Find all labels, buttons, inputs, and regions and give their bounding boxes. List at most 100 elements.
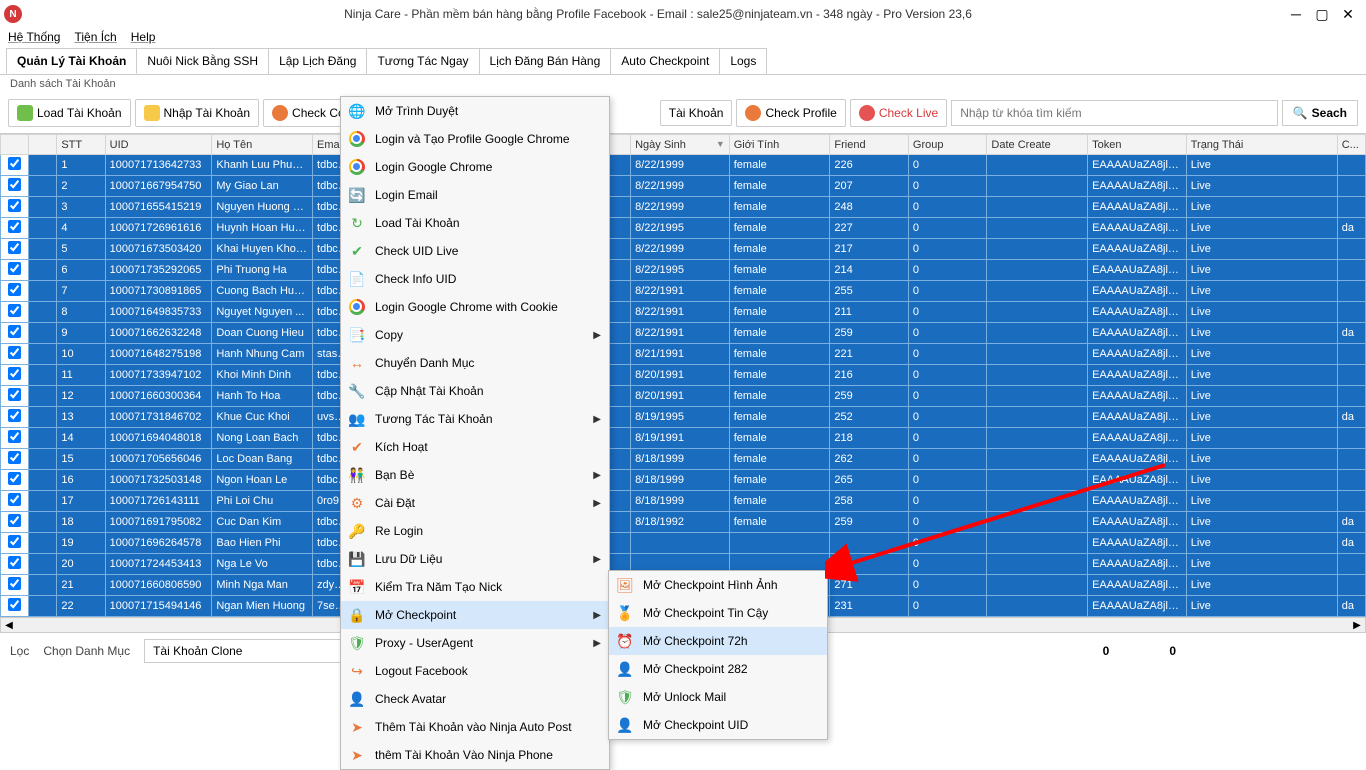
table-row[interactable]: 6 100071735292065 Phi Truong Ha tdbcos..… <box>1 260 1366 281</box>
row-checkbox[interactable] <box>1 239 29 260</box>
row-checkbox[interactable] <box>1 449 29 470</box>
tab-interact-now[interactable]: Tương Tác Ngay <box>366 48 479 74</box>
row-checkbox[interactable] <box>1 197 29 218</box>
table-row[interactable]: 17 100071726143111 Phi Loi Chu 0ro9zh...… <box>1 491 1366 512</box>
row-checkbox[interactable] <box>1 512 29 533</box>
table-row[interactable]: 16 100071732503148 Ngon Hoan Le tdbcet..… <box>1 470 1366 491</box>
menu-item-m-unlock-mail[interactable]: 🛡Mở Unlock Mail <box>609 683 827 711</box>
check-live-button[interactable]: Check Live <box>850 99 947 127</box>
table-row[interactable]: 9 100071662632248 Doan Cuong Hieu tdbciv… <box>1 323 1366 344</box>
row-checkbox[interactable] <box>1 533 29 554</box>
table-row[interactable]: 1 100071713642733 Khanh Luu Phuong tdbcc… <box>1 155 1366 176</box>
load-account-button[interactable]: Load Tài Khoản <box>8 99 131 127</box>
col-token[interactable]: Token <box>1088 135 1187 155</box>
col-sex[interactable]: Giới Tính <box>729 135 830 155</box>
col-stt[interactable]: STT <box>57 135 105 155</box>
row-checkbox[interactable] <box>1 554 29 575</box>
menu-item-m-checkpoint-tin-c-y[interactable]: 🏅Mở Checkpoint Tin Cậy <box>609 599 827 627</box>
context-submenu[interactable]: 🖼Mở Checkpoint Hình Ảnh🏅Mở Checkpoint Ti… <box>608 570 828 740</box>
menu-item-login-email[interactable]: 🔄Login Email <box>341 181 609 209</box>
menu-item-m-checkpoint-72h[interactable]: ⏰Mở Checkpoint 72h <box>609 627 827 655</box>
menu-item-check-uid-live[interactable]: ✔Check UID Live <box>341 237 609 265</box>
table-row[interactable]: 19 100071696264578 Bao Hien Phi tdbclk..… <box>1 533 1366 554</box>
table-row[interactable]: 3 100071655415219 Nguyen Huong H... tdbc… <box>1 197 1366 218</box>
context-menu[interactable]: 🌐Mở Trình DuyệtLogin và Tạo Profile Goog… <box>340 96 610 770</box>
menu-item-check-avatar[interactable]: 👤Check Avatar <box>341 685 609 713</box>
row-checkbox[interactable] <box>1 302 29 323</box>
row-checkbox[interactable] <box>1 218 29 239</box>
tab-auto-checkpoint[interactable]: Auto Checkpoint <box>610 48 720 74</box>
table-row[interactable]: 14 100071694048018 Nong Loan Bach tdbc5k… <box>1 428 1366 449</box>
col-status[interactable]: Trạng Thái <box>1186 135 1337 155</box>
menu-item-b-n-b[interactable]: 👫Bạn Bè▶ <box>341 461 609 489</box>
row-checkbox[interactable] <box>1 260 29 281</box>
table-row[interactable]: 5 100071673503420 Khai Huyen Khong tdbcb… <box>1 239 1366 260</box>
menu-item-login-google-chrome[interactable]: Login Google Chrome <box>341 153 609 181</box>
col-extra[interactable]: C... <box>1337 135 1365 155</box>
table-row[interactable]: 11 100071733947102 Khoi Minh Dinh tdbcc.… <box>1 365 1366 386</box>
search-input[interactable] <box>951 100 1278 126</box>
row-checkbox[interactable] <box>1 344 29 365</box>
table-row[interactable]: 10 100071648275198 Hanh Nhung Cam stasko… <box>1 344 1366 365</box>
minimize-button[interactable]: ─ <box>1288 6 1304 23</box>
table-row[interactable]: 2 100071667954750 My Giao Lan tdbcfe... … <box>1 176 1366 197</box>
row-checkbox[interactable] <box>1 596 29 617</box>
menu-item-l-u-d-li-u[interactable]: 💾Lưu Dữ Liệu▶ <box>341 545 609 573</box>
col-friend[interactable]: Friend <box>830 135 909 155</box>
search-button[interactable]: 🔍Seach <box>1282 100 1358 126</box>
col-blank[interactable] <box>29 135 57 155</box>
menu-item-check-info-uid[interactable]: 📄Check Info UID <box>341 265 609 293</box>
menu-item-ki-m-tra-n-m-t-o-nick[interactable]: 📅Kiểm Tra Năm Tạo Nick <box>341 573 609 601</box>
menu-item-th-m-t-i-kho-n-v-o-ninja-phone[interactable]: ➤thêm Tài Khoản Vào Ninja Phone <box>341 741 609 769</box>
row-checkbox[interactable] <box>1 407 29 428</box>
menu-item-login-v-t-o-profile-google-chrome[interactable]: Login và Tạo Profile Google Chrome <box>341 125 609 153</box>
row-checkbox[interactable] <box>1 365 29 386</box>
menu-utility[interactable]: Tiện Ích <box>74 30 116 44</box>
menu-item-m-checkpoint-uid[interactable]: 👤Mở Checkpoint UID <box>609 711 827 739</box>
menu-item-m-checkpoint-h-nh-nh[interactable]: 🖼Mở Checkpoint Hình Ảnh <box>609 571 827 599</box>
menu-item-m-checkpoint[interactable]: 🔒Mở Checkpoint▶ <box>341 601 609 629</box>
import-account-button[interactable]: Nhập Tài Khoản <box>135 99 260 127</box>
row-checkbox[interactable] <box>1 491 29 512</box>
col-dob[interactable]: Ngày Sinh▼ <box>631 135 730 155</box>
row-checkbox[interactable] <box>1 176 29 197</box>
table-row[interactable]: 15 100071705656046 Loc Doan Bang tdbcrz.… <box>1 449 1366 470</box>
table-row[interactable]: 7 100071730891865 Cuong Bach Huo... tdbc… <box>1 281 1366 302</box>
table-row[interactable]: 18 100071691795082 Cuc Dan Kim tdbcct...… <box>1 512 1366 533</box>
row-checkbox[interactable] <box>1 575 29 596</box>
scroll-left-icon[interactable]: ◀ <box>1 620 17 631</box>
table-row[interactable]: 13 100071731846702 Khue Cuc Khoi uvs7ryl… <box>1 407 1366 428</box>
table-row[interactable]: 4 100071726961616 Huynh Hoan Huo... tdbc… <box>1 218 1366 239</box>
menu-item-th-m-t-i-kho-n-v-o-ninja-auto-post[interactable]: ➤Thêm Tài Khoản vào Ninja Auto Post <box>341 713 609 741</box>
col-checkbox[interactable] <box>1 135 29 155</box>
tab-logs[interactable]: Logs <box>719 48 767 74</box>
check-profile-button[interactable]: Check Profile <box>736 99 845 127</box>
tab-schedule-post[interactable]: Lập Lịch Đăng <box>268 48 367 74</box>
table-row[interactable]: 12 100071660300364 Hanh To Hoa tdbcbj9..… <box>1 386 1366 407</box>
row-checkbox[interactable] <box>1 386 29 407</box>
col-group[interactable]: Group <box>908 135 987 155</box>
menu-item-t-ng-t-c-t-i-kho-n[interactable]: 👥Tương Tác Tài Khoản▶ <box>341 405 609 433</box>
menu-help[interactable]: Help <box>131 30 156 44</box>
close-button[interactable]: ✕ <box>1340 6 1356 23</box>
col-name[interactable]: Họ Tên <box>212 135 313 155</box>
menu-item-proxy-useragent[interactable]: 🛡Proxy - UserAgent▶ <box>341 629 609 657</box>
row-checkbox[interactable] <box>1 155 29 176</box>
tab-account-management[interactable]: Quản Lý Tài Khoản <box>6 48 137 74</box>
row-checkbox[interactable] <box>1 281 29 302</box>
menu-item-m-checkpoint-282[interactable]: 👤Mở Checkpoint 282 <box>609 655 827 683</box>
tab-sale-schedule[interactable]: Lịch Đăng Bán Hàng <box>479 48 612 74</box>
account-button-partial[interactable]: Tài Khoản <box>660 100 733 126</box>
menu-item-copy[interactable]: 📑Copy▶ <box>341 321 609 349</box>
menu-system[interactable]: Hệ Thống <box>8 30 60 44</box>
maximize-button[interactable]: ▢ <box>1314 6 1330 23</box>
row-checkbox[interactable] <box>1 470 29 491</box>
row-checkbox[interactable] <box>1 428 29 449</box>
menu-item-re-login[interactable]: 🔑Re Login <box>341 517 609 545</box>
row-checkbox[interactable] <box>1 323 29 344</box>
menu-item-load-t-i-kho-n[interactable]: ↻Load Tài Khoản <box>341 209 609 237</box>
menu-item-m-tr-nh-duy-t[interactable]: 🌐Mở Trình Duyệt <box>341 97 609 125</box>
menu-item-logout-facebook[interactable]: ↪Logout Facebook <box>341 657 609 685</box>
tab-nuoi-nick[interactable]: Nuôi Nick Bằng SSH <box>136 48 269 74</box>
menu-item-chuy-n-danh-m-c[interactable]: ↔Chuyển Danh Mục <box>341 349 609 377</box>
